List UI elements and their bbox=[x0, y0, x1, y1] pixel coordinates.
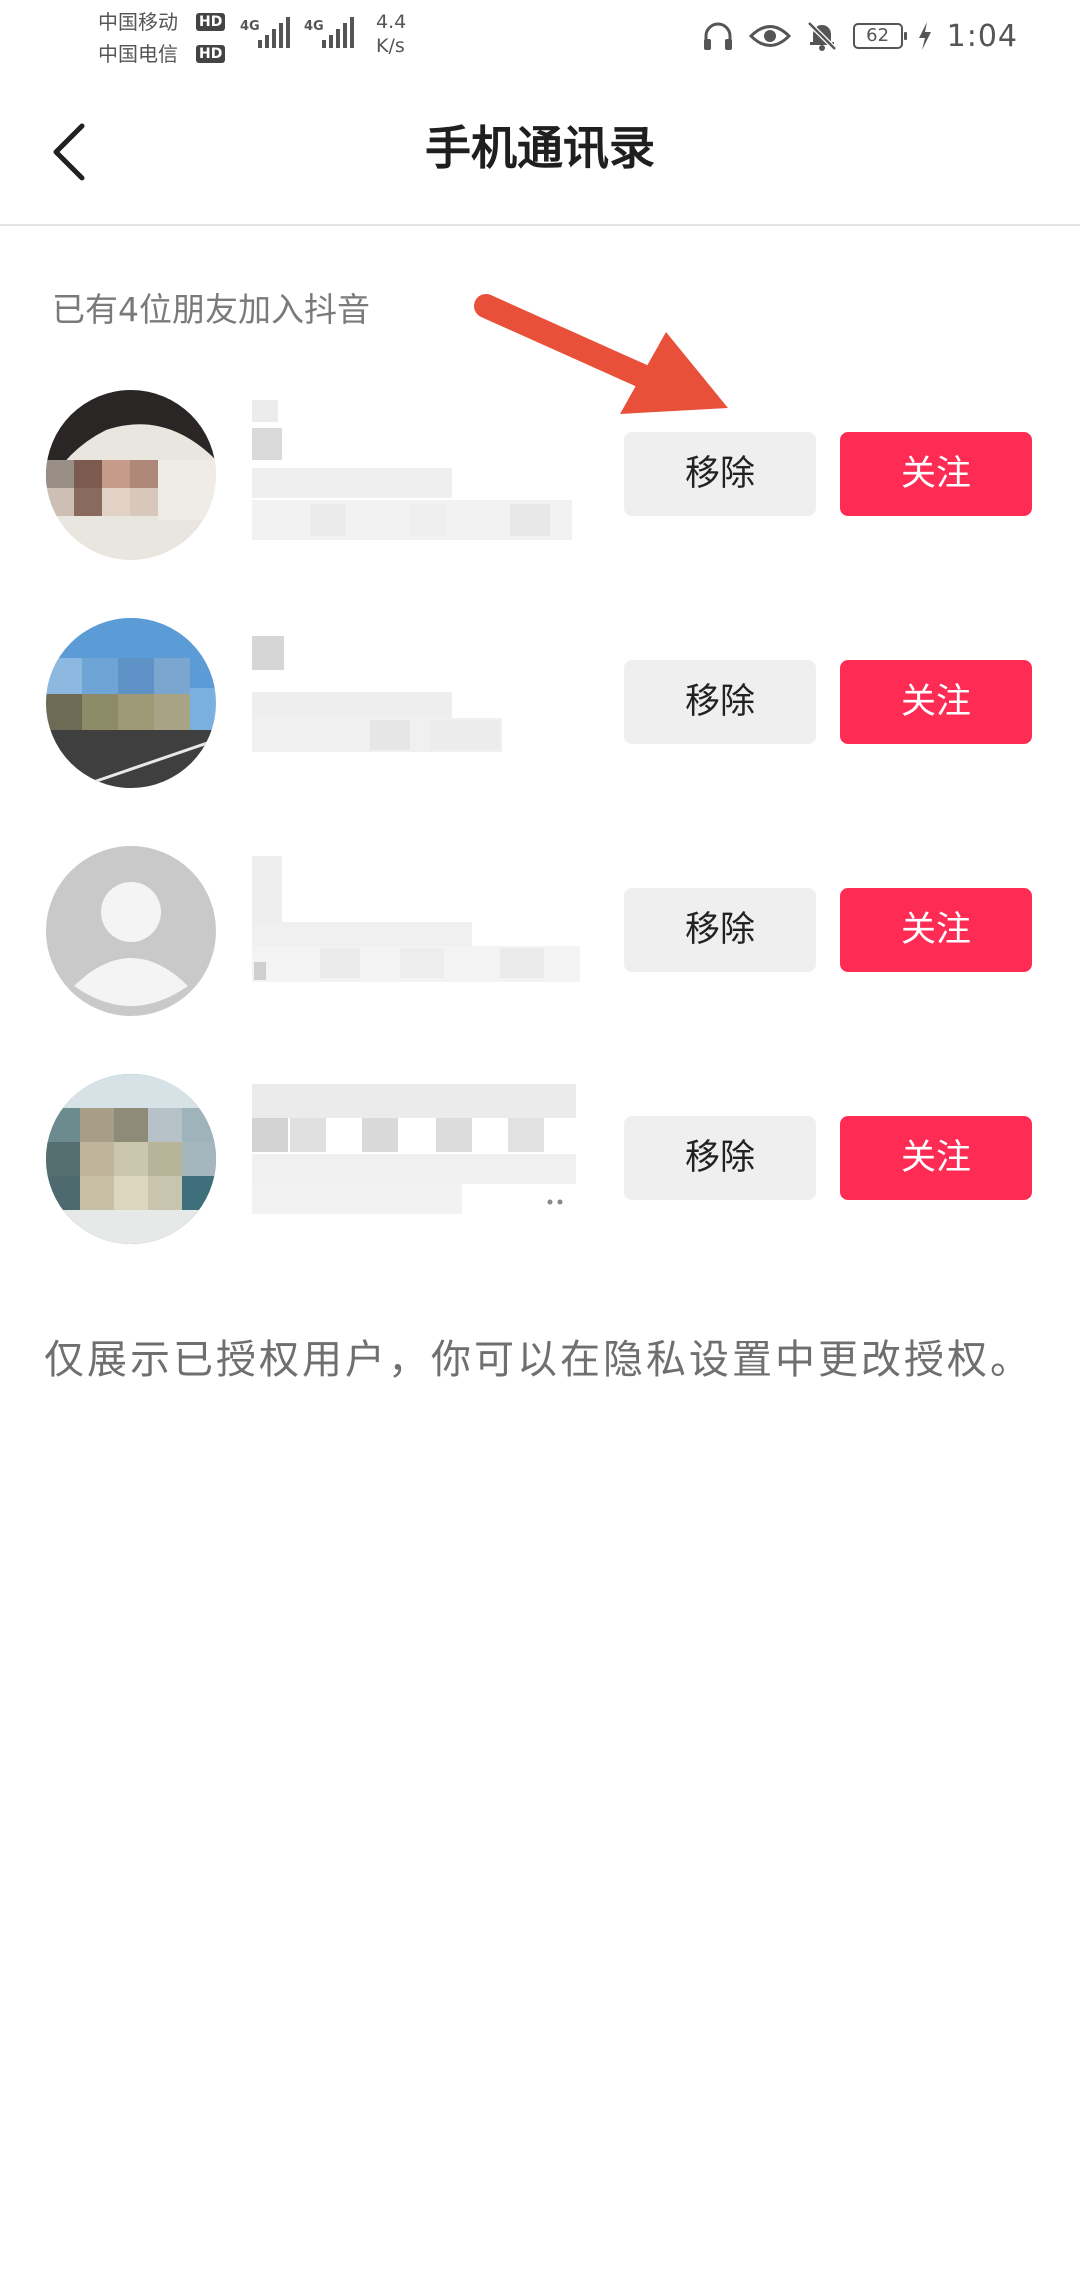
remove-button[interactable]: 移除 bbox=[624, 660, 816, 744]
contacts-page: 中国移动 HD 中国电信 HD 4G 4G 4.4 K/s 62 1:04 手机… bbox=[0, 0, 1080, 2280]
remove-button[interactable]: 移除 bbox=[624, 1116, 816, 1200]
avatar[interactable] bbox=[46, 846, 216, 1016]
network-speed: 4.4 K/s bbox=[376, 10, 406, 58]
hd-badge-1: HD bbox=[196, 13, 226, 31]
follow-button[interactable]: 关注 bbox=[840, 888, 1032, 972]
friends-count-label: 已有4位朋友加入抖音 bbox=[52, 290, 370, 329]
remove-button[interactable]: 移除 bbox=[624, 888, 816, 972]
speed-value: 4.4 bbox=[376, 11, 407, 33]
page-title: 手机通讯录 bbox=[425, 121, 655, 175]
eye-icon bbox=[748, 25, 791, 47]
remove-button[interactable]: 移除 bbox=[624, 432, 816, 516]
carrier-1-label: 中国移动 bbox=[98, 10, 178, 34]
clock: 1:04 bbox=[946, 18, 1018, 54]
follow-button[interactable]: 关注 bbox=[840, 432, 1032, 516]
network-1-label: 4G bbox=[240, 19, 260, 34]
carrier-2-label: 中国电信 bbox=[98, 42, 178, 66]
blurred-user-info bbox=[252, 856, 580, 982]
signal-2-icon: 4G bbox=[304, 17, 354, 48]
avatar[interactable] bbox=[46, 1074, 216, 1244]
follow-button[interactable]: 关注 bbox=[840, 660, 1032, 744]
status-bar: 中国移动 HD 中国电信 HD 4G 4G 4.4 K/s 62 1:04 bbox=[0, 0, 1080, 72]
network-2-label: 4G bbox=[304, 19, 324, 34]
speed-unit: K/s bbox=[376, 35, 405, 57]
follow-button[interactable]: 关注 bbox=[840, 1116, 1032, 1200]
blurred-user-info bbox=[252, 400, 572, 540]
signal-1-icon: 4G bbox=[240, 17, 290, 48]
friend-row: 移除 关注 bbox=[0, 816, 1080, 1016]
charging-icon bbox=[918, 22, 931, 50]
blurred-user-info bbox=[252, 1084, 576, 1214]
nav-bar: 手机通讯录 bbox=[0, 72, 1080, 226]
friend-row: 移除 关注 bbox=[0, 360, 1080, 560]
privacy-footnote: 仅展示已授权用户，你可以在隐私设置中更改授权。 bbox=[44, 1337, 1033, 1383]
hd-badge-2: HD bbox=[196, 45, 226, 63]
friend-row: 移除 关注 bbox=[0, 588, 1080, 788]
carrier-info: 中国移动 HD 中国电信 HD bbox=[98, 6, 238, 70]
blurred-user-info bbox=[252, 636, 502, 752]
status-icons: 62 1:04 bbox=[701, 14, 1018, 58]
avatar[interactable] bbox=[46, 390, 216, 560]
bell-muted-icon bbox=[806, 21, 837, 51]
headphones-icon bbox=[703, 22, 732, 50]
avatar[interactable] bbox=[46, 618, 216, 788]
battery-icon: 62 bbox=[852, 23, 907, 49]
friend-row: 移除 关注 bbox=[0, 1044, 1080, 1244]
